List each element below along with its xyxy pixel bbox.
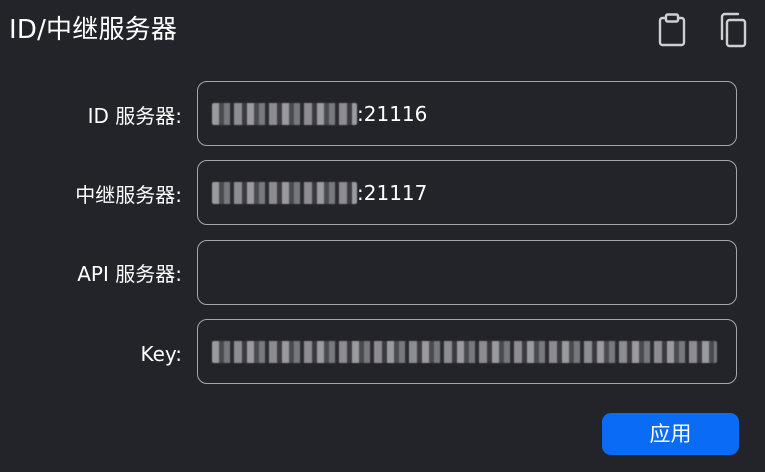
dialog-title: ID/中继服务器 [9, 15, 178, 45]
key-label: Key: [140, 342, 182, 366]
redacted-key [212, 340, 717, 363]
id-server-input[interactable]: :21116 [197, 81, 737, 146]
server-settings-dialog: ID/中继服务器 ID 服务器: :21116 中继服务器: :21117 AP… [0, 0, 765, 472]
apply-button[interactable]: 应用 [602, 413, 739, 455]
key-input[interactable] [197, 319, 737, 384]
api-server-label: API 服务器: [77, 262, 182, 286]
redacted-relay-server-host [212, 181, 357, 204]
id-server-value: :21116 [212, 82, 427, 145]
copy-button[interactable] [712, 10, 752, 50]
copy-icon [716, 12, 748, 48]
relay-server-port: :21117 [357, 180, 428, 205]
clipboard-icon [657, 13, 687, 47]
key-value [212, 320, 717, 383]
id-server-label: ID 服务器: [87, 104, 182, 128]
relay-server-input[interactable]: :21117 [197, 160, 737, 225]
relay-server-value: :21117 [212, 161, 427, 224]
relay-server-label: 中继服务器: [75, 183, 182, 207]
redacted-id-server-host [212, 102, 357, 125]
paste-button[interactable] [652, 10, 692, 50]
id-server-port: :21116 [357, 101, 428, 126]
api-server-input[interactable] [197, 240, 737, 305]
